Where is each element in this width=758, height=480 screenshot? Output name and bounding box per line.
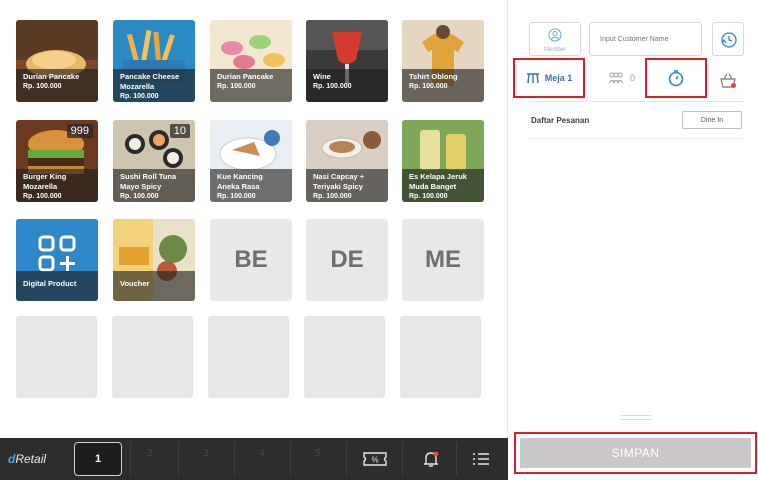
product-name: Es Kelapa Jeruk Muda Banget: [409, 172, 467, 191]
order-panel: Member Meja 1 0: [509, 0, 758, 480]
product-price: Rp. 100.000: [313, 193, 352, 200]
history-button[interactable]: [712, 22, 744, 56]
basket-icon[interactable]: [719, 73, 737, 89]
table-icon: [526, 73, 539, 84]
product-name: Voucher: [120, 279, 150, 288]
product-price: Rp. 100.000: [120, 193, 159, 200]
product-price: Rp. 100.000: [120, 93, 159, 100]
product-tile[interactable]: Pancake Cheese Mozarella Rp. 100.000: [113, 20, 195, 102]
table-label: Meja 1: [544, 73, 573, 83]
product-price: Rp. 100.000: [217, 83, 256, 90]
divider: [130, 442, 131, 476]
customer-name-input[interactable]: [589, 22, 702, 56]
product-price: Rp. 100.000: [409, 83, 448, 90]
product-grid: Durian Pancake Rp. 100.000 Pancake Chees…: [0, 0, 508, 438]
divider: [346, 442, 347, 476]
dretail-logo: dRetail: [8, 452, 47, 466]
category-tile[interactable]: BE: [210, 219, 292, 301]
page-button[interactable]: 4: [252, 448, 272, 459]
stock-badge: 999: [66, 124, 93, 138]
empty-tile: [400, 316, 481, 398]
empty-tile: [208, 316, 289, 398]
product-caption: Wine Rp. 100.000: [306, 69, 388, 102]
product-caption: Nasi Capcay + Teriyaki Spicy Rp. 100.000: [306, 169, 388, 202]
empty-tile: [304, 316, 385, 398]
page-button[interactable]: 2: [140, 448, 160, 459]
menu-list-icon[interactable]: [468, 448, 494, 470]
category-tile[interactable]: DE: [306, 219, 388, 301]
history-clock-icon: [721, 32, 737, 48]
product-name: Sushi Roll Tuna Mayo Spicy: [120, 172, 177, 191]
product-tile[interactable]: Durian Pancake Rp. 100.000: [210, 20, 292, 102]
product-name: Nasi Capcay + Teriyaki Spicy: [313, 172, 365, 191]
product-caption: Digital Product: [16, 271, 98, 301]
product-tile[interactable]: Durian Pancake Rp. 100.000: [16, 20, 98, 102]
product-caption: Voucher: [113, 271, 195, 301]
timer-button[interactable]: [645, 58, 707, 98]
guest-count-value: 0: [630, 73, 636, 83]
digital-product-tile[interactable]: Digital Product: [16, 219, 98, 301]
divider: [178, 442, 179, 476]
divider: [402, 442, 403, 476]
product-caption: Kue Kancing Aneka Rasa Rp. 100.000: [210, 169, 292, 202]
bottom-toolbar: dRetail 1 2 3 4 5 %: [0, 438, 508, 480]
product-name: Burger King Mozarella: [23, 172, 67, 191]
product-caption: Pancake Cheese Mozarella Rp. 100.000: [113, 69, 195, 102]
category-tile[interactable]: ME: [402, 219, 484, 301]
product-tile[interactable]: 10 Sushi Roll Tuna Mayo Spicy Rp. 100.00…: [113, 120, 195, 202]
product-caption: Durian Pancake Rp. 100.000: [16, 69, 98, 102]
stopwatch-icon: [668, 70, 684, 87]
discount-ticket-icon[interactable]: %: [362, 448, 388, 470]
product-price: Rp. 100.000: [313, 83, 352, 90]
page-button[interactable]: 5: [308, 448, 328, 459]
product-name: Kue Kancing Aneka Rasa: [217, 172, 263, 191]
guest-count[interactable]: 0: [607, 72, 635, 84]
product-caption: Durian Pancake Rp. 100.000: [210, 69, 292, 102]
page-button-current[interactable]: 1: [74, 442, 122, 476]
bell-icon[interactable]: [418, 448, 444, 470]
member-button[interactable]: Member: [529, 22, 581, 56]
order-list-title: Daftar Pesanan: [531, 116, 590, 125]
svg-text:%: %: [371, 456, 378, 465]
product-name: Tshirt Oblong: [409, 72, 458, 81]
divider: [234, 442, 235, 476]
save-button-frame: SIMPAN: [514, 432, 757, 474]
stock-badge: 10: [169, 124, 190, 138]
drag-handle[interactable]: [621, 415, 651, 420]
product-name: Durian Pancake: [217, 72, 274, 81]
divider: [529, 138, 744, 139]
product-tile[interactable]: 999 Burger King Mozarella Rp. 100.000: [16, 120, 98, 202]
product-tile[interactable]: Es Kelapa Jeruk Muda Banget Rp. 100.000: [402, 120, 484, 202]
product-name: Digital Product: [23, 279, 77, 288]
divider: [529, 101, 744, 102]
page-button[interactable]: 3: [196, 448, 216, 459]
voucher-tile[interactable]: Voucher: [113, 219, 195, 301]
guests-icon: [608, 72, 624, 84]
product-caption: Es Kelapa Jeruk Muda Banget Rp. 100.000: [402, 169, 484, 202]
product-caption: Sushi Roll Tuna Mayo Spicy Rp. 100.000: [113, 169, 195, 202]
product-price: Rp. 100.000: [217, 193, 256, 200]
product-name: Pancake Cheese Mozarella: [120, 72, 180, 91]
product-tile[interactable]: Wine Rp. 100.000: [306, 20, 388, 102]
order-type-button[interactable]: Dine In: [682, 111, 742, 129]
empty-tile: [112, 316, 193, 398]
product-price: Rp. 100.000: [23, 193, 62, 200]
divider: [456, 442, 457, 476]
product-name: Durian Pancake: [23, 72, 80, 81]
product-caption: Tshirt Oblong Rp. 100.000: [402, 69, 484, 102]
member-icon: [548, 28, 562, 42]
product-caption: Burger King Mozarella Rp. 100.000: [16, 169, 98, 202]
product-price: Rp. 100.000: [23, 83, 62, 90]
product-price: Rp. 100.000: [409, 193, 448, 200]
member-label: Member: [543, 47, 566, 53]
table-selector[interactable]: Meja 1: [513, 58, 585, 98]
product-tile[interactable]: Tshirt Oblong Rp. 100.000: [402, 20, 484, 102]
divider: [290, 442, 291, 476]
product-name: Wine: [313, 72, 331, 81]
product-tile[interactable]: Kue Kancing Aneka Rasa Rp. 100.000: [210, 120, 292, 202]
pos-app: Durian Pancake Rp. 100.000 Pancake Chees…: [0, 0, 758, 480]
product-tile[interactable]: Nasi Capcay + Teriyaki Spicy Rp. 100.000: [306, 120, 388, 202]
save-button[interactable]: SIMPAN: [520, 438, 751, 468]
empty-tile: [16, 316, 97, 398]
